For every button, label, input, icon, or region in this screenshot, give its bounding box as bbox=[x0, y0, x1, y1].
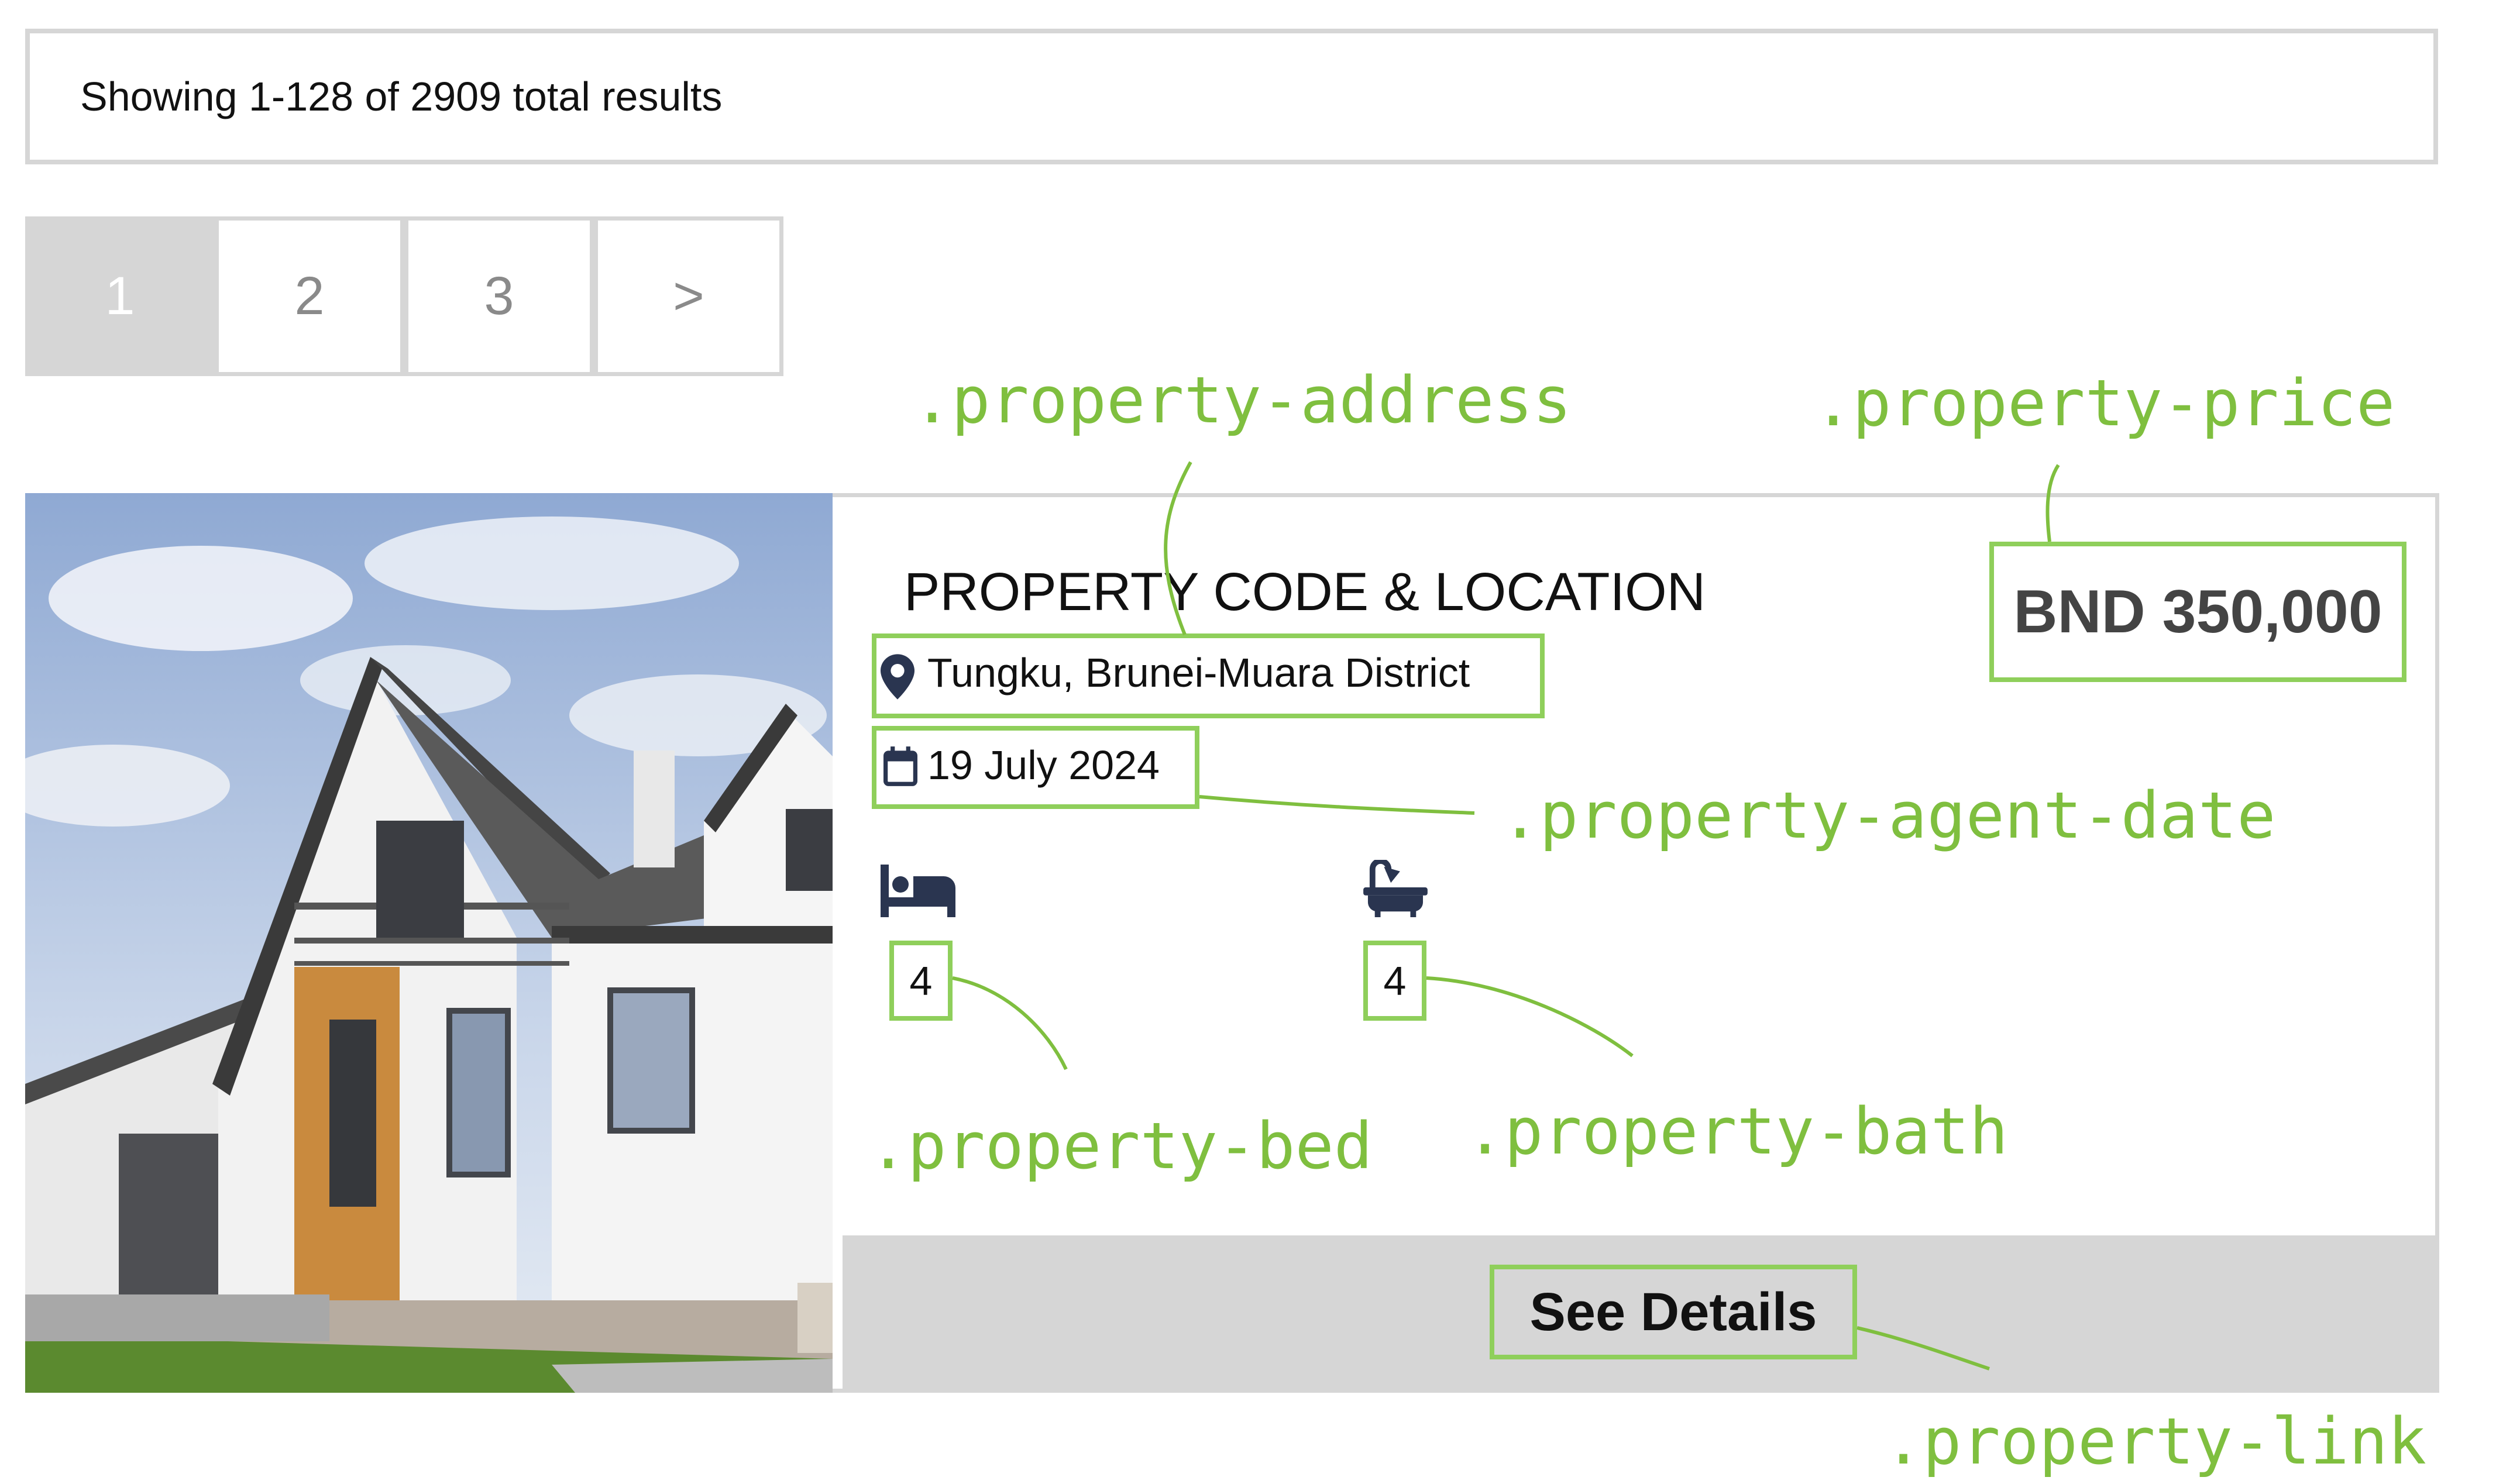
page-1-label: 1 bbox=[105, 266, 135, 326]
label-property-address: .property-address bbox=[913, 363, 1572, 438]
results-summary: Showing 1-128 of 2909 total results bbox=[25, 29, 2438, 164]
bed-icon bbox=[881, 865, 955, 917]
house-illustration bbox=[25, 493, 833, 1393]
bathtub-icon bbox=[1363, 858, 1428, 917]
results-summary-text: Showing 1-128 of 2909 total results bbox=[80, 74, 723, 119]
page-2-button[interactable]: 2 bbox=[215, 216, 404, 376]
next-page-button[interactable]: > bbox=[594, 216, 783, 376]
page-2-label: 2 bbox=[294, 266, 325, 326]
property-bed: 4 bbox=[909, 958, 933, 1004]
label-property-price: .property-price bbox=[1814, 366, 2395, 440]
label-property-bed: .property-bed bbox=[869, 1108, 1373, 1183]
property-bath-annotation: 4 bbox=[1363, 941, 1426, 1021]
property-price-annotation: BND 350,000 bbox=[1989, 542, 2406, 682]
property-bath: 4 bbox=[1383, 958, 1407, 1004]
label-property-link: .property-link bbox=[1884, 1404, 2427, 1479]
see-details-link[interactable]: See Details bbox=[1530, 1282, 1817, 1343]
next-page-label: > bbox=[673, 266, 704, 326]
page-3-button[interactable]: 3 bbox=[404, 216, 594, 376]
page-1-button[interactable]: 1 bbox=[25, 216, 215, 376]
property-link[interactable]: See Details bbox=[1490, 1265, 1857, 1359]
label-property-agent-date: .property-agent-date bbox=[1501, 778, 2276, 853]
property-agent-date: 19 July 2024 bbox=[927, 742, 1160, 788]
page-3-label: 3 bbox=[484, 266, 514, 326]
property-title: PROPERTY CODE & LOCATION bbox=[904, 562, 1706, 622]
calendar-icon bbox=[883, 746, 917, 787]
property-photo[interactable] bbox=[25, 493, 833, 1393]
map-pin-icon bbox=[881, 654, 914, 700]
label-property-bath: .property-bath bbox=[1466, 1094, 2009, 1169]
property-bed-annotation: 4 bbox=[889, 941, 953, 1021]
property-price: BND 350,000 bbox=[2013, 577, 2382, 646]
property-address: Tungku, Brunei-Muara District bbox=[927, 650, 1470, 695]
